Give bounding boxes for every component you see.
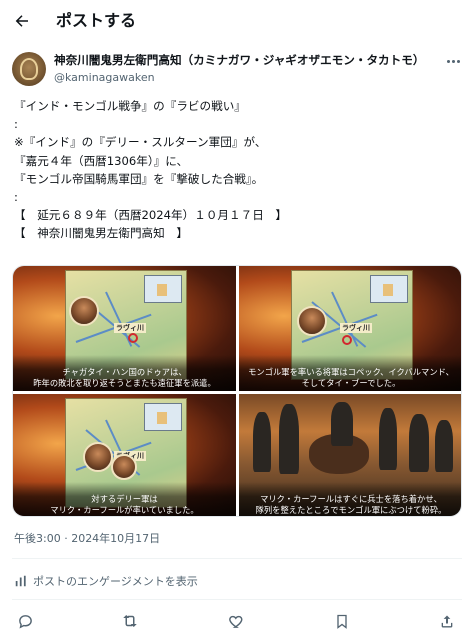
general-portrait — [69, 296, 99, 326]
bookmark-button[interactable] — [331, 610, 353, 632]
image-caption: モンゴル軍を率いる将軍はコペック、イクバルマンド、 そしてタイ・ブーでした。 — [239, 355, 461, 391]
post-line: ※『インド』の『デリー・スルターン軍団』が、 — [14, 135, 267, 150]
more-options-icon[interactable] — [444, 54, 462, 68]
arrow-left-icon — [15, 15, 28, 27]
reply-button[interactable] — [14, 610, 36, 632]
map-city-label: ラヴィ川 — [340, 323, 372, 333]
caption-line: マリク・カーフールはすぐに兵士を落ち着かせ、 — [260, 494, 442, 504]
divider — [12, 558, 462, 559]
repost-button[interactable] — [119, 610, 141, 632]
like-icon — [228, 615, 242, 628]
post-line: 【 神奈川闇鬼男左衛門高知 】 — [14, 226, 188, 241]
author-handle[interactable]: @kaminagawaken — [54, 70, 155, 85]
caption-line: マリク・カーフールが率いていました。 — [50, 505, 199, 515]
view-engagements-label: ポストのエンゲージメントを表示 — [33, 575, 198, 588]
image-caption: 対するデリー軍は マリク・カーフールが率いていました。 — [13, 482, 236, 516]
top-bar: ポストする — [0, 0, 474, 42]
caption-line: 対するデリー軍は — [91, 494, 158, 504]
post-line: 『嘉元４年（西暦1306年）』に、 — [14, 153, 189, 168]
avatar[interactable] — [12, 52, 46, 86]
general-portrait — [111, 454, 137, 480]
media-image-2[interactable]: ラヴィ川 モンゴル軍を率いる将軍はコペック、イクバルマンド、 そしてタイ・ブーで… — [239, 266, 461, 391]
post-text: 『インド・モンゴル戦争』の『ラビの戦い』 : ※『インド』の『デリー・スルターン… — [14, 97, 462, 243]
caption-line: 昨年の敗北を取り返そうとまたも遠征軍を派遣。 — [33, 378, 216, 388]
reply-icon — [18, 614, 32, 628]
divider — [12, 599, 462, 600]
inset-map — [370, 275, 408, 303]
general-portrait — [297, 306, 327, 336]
caption-line: 隊列を整えたところでモンゴル軍にぶつけて粉砕。 — [255, 505, 447, 515]
analytics-icon — [15, 575, 26, 587]
view-engagements-link[interactable]: ポストのエンゲージメントを表示 — [14, 573, 198, 589]
post-line: : — [14, 189, 18, 204]
post-line: 『インド・モンゴル戦争』の『ラビの戦い』 — [14, 99, 246, 113]
media-image-3[interactable]: ラヴィ川 対するデリー軍は マリク・カーフールが率いていました。 — [13, 394, 236, 516]
post-line: : — [14, 117, 18, 132]
bookmark-icon — [337, 614, 347, 629]
back-button[interactable] — [10, 9, 34, 33]
caption-line: モンゴル軍を率いる将軍はコペック、イクバルマンド、 — [248, 367, 454, 377]
page-title: ポストする — [56, 11, 137, 30]
media-grid: ラヴィ川 チャガタイ・ハン国のドゥアは、 昨年の敗北を取り返そうとまたも遠征軍を… — [12, 265, 462, 517]
caption-line: そしてタイ・ブーでした。 — [301, 378, 401, 388]
caption-line: チャガタイ・ハン国のドゥアは、 — [62, 367, 187, 377]
image-caption: マリク・カーフールはすぐに兵士を落ち着かせ、 隊列を整えたところでモンゴル軍にぶ… — [239, 482, 461, 516]
author-name[interactable]: 神奈川闇鬼男左衛門高知（カミナガワ・ジャギオザエモン・タカトモ） — [54, 52, 424, 68]
share-icon — [441, 615, 453, 627]
general-portrait — [83, 442, 113, 472]
like-button[interactable] — [225, 610, 247, 632]
inset-map — [144, 275, 182, 303]
city-marker — [342, 335, 352, 345]
share-button[interactable] — [436, 610, 458, 632]
image-caption: チャガタイ・ハン国のドゥアは、 昨年の敗北を取り返そうとまたも遠征軍を派遣。 — [13, 355, 236, 391]
post-author: 神奈川闇鬼男左衛門高知（カミナガワ・ジャギオザエモン・タカトモ） @kamina… — [12, 50, 462, 88]
action-bar — [0, 608, 474, 634]
inset-map — [144, 403, 182, 431]
media-image-1[interactable]: ラヴィ川 チャガタイ・ハン国のドゥアは、 昨年の敗北を取り返そうとまたも遠征軍を… — [13, 266, 236, 391]
post-line: 『モンゴル帝国騎馬軍団』を『撃破した合戦』。 — [14, 171, 264, 186]
city-marker — [128, 333, 138, 343]
post-timestamp[interactable]: 午後3:00 · 2024年10月17日 — [14, 531, 160, 546]
media-image-4[interactable]: マリク・カーフールはすぐに兵士を落ち着かせ、 隊列を整えたところでモンゴル軍にぶ… — [239, 394, 461, 516]
map-city-label: ラヴィ川 — [114, 323, 146, 333]
post-line: 【 延元６８９年（西暦2024年）１０月１７日 】 — [14, 208, 287, 223]
repost-icon — [123, 615, 137, 627]
